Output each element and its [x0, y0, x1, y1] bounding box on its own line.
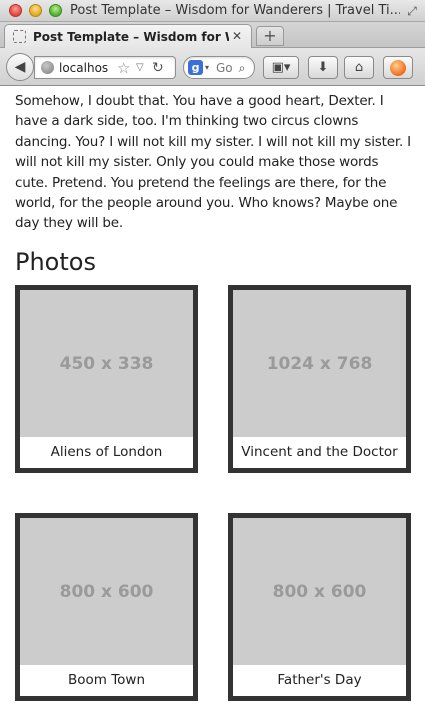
tab-close-icon[interactable]: ✕: [230, 29, 244, 43]
tab-bar: Post Template – Wisdom for Wa... ✕ +: [0, 22, 425, 48]
fullscreen-icon[interactable]: ⤢: [405, 4, 419, 18]
navigation-toolbar: ◀ localhos ☆ ▽ ↻ g ▾ Go ⌕ ▣▾ ⬇ ⌂: [0, 48, 425, 86]
minimize-window-button[interactable]: [29, 4, 42, 17]
photo-placeholder[interactable]: 800 x 600: [233, 518, 406, 665]
photo-card[interactable]: 450 x 338 Aliens of London: [15, 285, 198, 473]
back-arrow-icon: ◀: [14, 59, 26, 75]
photo-caption: Vincent and the Doctor: [241, 444, 398, 460]
new-tab-button[interactable]: +: [256, 26, 284, 46]
home-button[interactable]: ⌂: [344, 56, 374, 79]
page-favicon-icon: [13, 30, 26, 43]
back-button[interactable]: ◀: [6, 53, 34, 81]
reload-icon[interactable]: ↻: [152, 59, 168, 77]
star-icon[interactable]: ☆: [117, 59, 133, 77]
tab-label: Post Template – Wisdom for Wa...: [33, 30, 229, 44]
search-engine-icon[interactable]: g: [188, 60, 203, 75]
search-engine-caret-icon[interactable]: ▾: [205, 60, 214, 76]
home-icon: ⌂: [354, 60, 364, 75]
photo-placeholder[interactable]: 800 x 600: [20, 518, 193, 665]
chevron-down-icon[interactable]: ▽: [136, 60, 148, 76]
photo-placeholder[interactable]: 1024 x 768: [233, 290, 406, 437]
plus-icon: +: [263, 26, 277, 45]
downloads-button[interactable]: ⬇: [308, 56, 338, 79]
addon-icon: [390, 60, 406, 76]
window-titlebar: Post Template – Wisdom for Wanderers | T…: [0, 0, 425, 22]
bookmarks-button[interactable]: ▣▾: [263, 56, 299, 79]
photo-placeholder[interactable]: 450 x 338: [20, 290, 193, 437]
addon-button[interactable]: [383, 56, 413, 79]
photo-card[interactable]: 1024 x 768 Vincent and the Doctor: [228, 285, 411, 473]
address-bar[interactable]: localhos ☆ ▽ ↻: [34, 56, 176, 79]
photo-caption: Aliens of London: [50, 444, 163, 460]
search-bar[interactable]: g ▾ Go ⌕: [183, 56, 255, 79]
bookmarks-icon: ▣▾: [271, 60, 291, 75]
tab-post-template[interactable]: Post Template – Wisdom for Wa... ✕: [4, 24, 252, 48]
page-content: Somehow, I doubt that. You have a good h…: [0, 86, 425, 725]
photos-heading: Photos: [15, 248, 96, 276]
download-icon: ⬇: [317, 60, 329, 75]
photo-caption: Boom Town: [67, 672, 146, 688]
zoom-window-button[interactable]: [49, 4, 62, 17]
photo-card[interactable]: 800 x 600 Boom Town: [15, 513, 198, 701]
close-window-button[interactable]: [9, 4, 22, 17]
globe-icon: [41, 61, 54, 74]
photo-card[interactable]: 800 x 600 Father's Day: [228, 513, 411, 701]
search-icon[interactable]: ⌕: [235, 59, 249, 77]
bio-paragraph: Somehow, I doubt that. You have a good h…: [15, 93, 411, 232]
url-text[interactable]: localhos: [59, 60, 119, 76]
photo-caption: Father's Day: [277, 672, 362, 688]
window-title: Post Template – Wisdom for Wanderers | T…: [70, 3, 400, 18]
